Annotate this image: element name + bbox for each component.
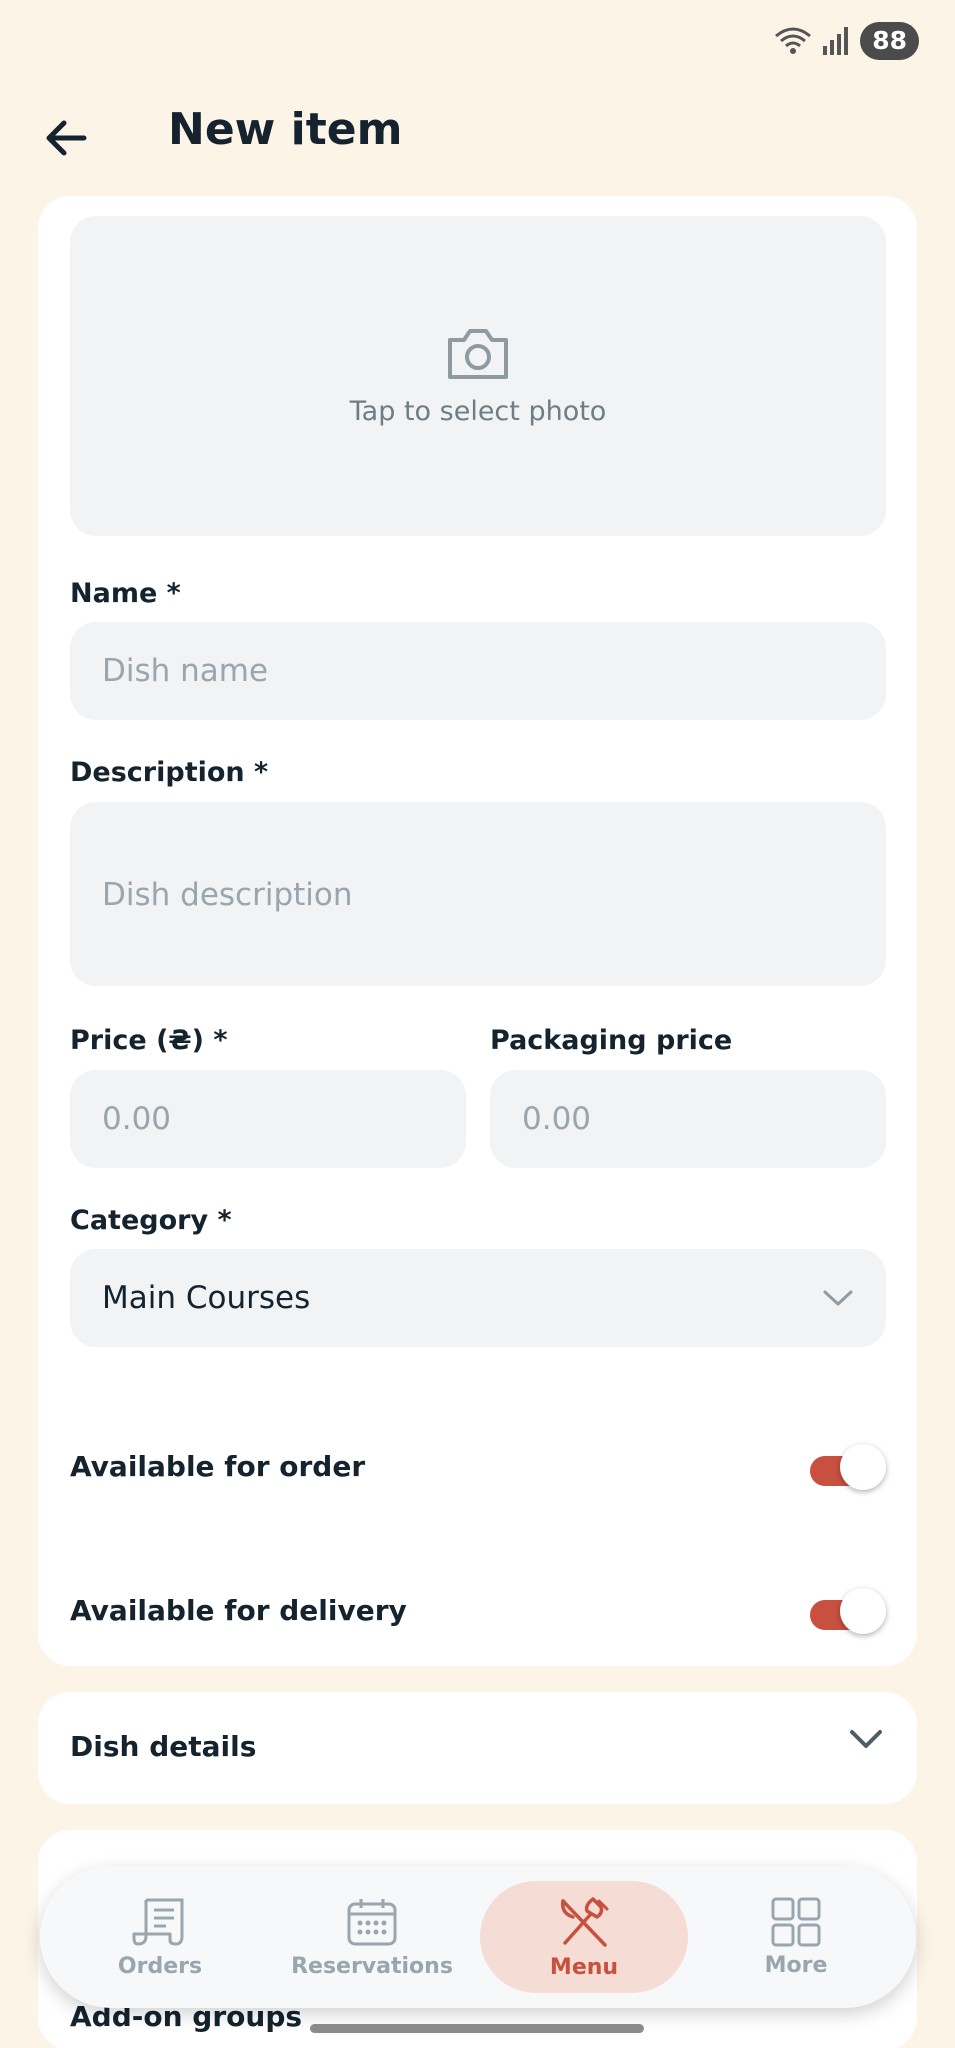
- nav-label: Reservations: [291, 1953, 453, 1979]
- status-icons: 88: [774, 22, 919, 60]
- description-input[interactable]: [70, 802, 886, 986]
- price-input[interactable]: [70, 1070, 466, 1168]
- toggle-thumb: [840, 1444, 886, 1490]
- status-bar: 88: [0, 0, 955, 84]
- camera-icon: [448, 328, 508, 379]
- calendar-icon: [347, 1898, 397, 1945]
- available-delivery-toggle[interactable]: [806, 1586, 886, 1634]
- photo-prompt: Tap to select photo: [349, 395, 607, 427]
- wifi-icon: [775, 27, 812, 54]
- nav-label: More: [764, 1952, 828, 1978]
- app-bar: New item: [0, 84, 955, 184]
- battery-indicator: 88: [860, 22, 919, 60]
- nav-menu[interactable]: Menu: [480, 1881, 688, 1993]
- available-delivery-label: Available for delivery: [70, 1593, 407, 1627]
- arrow-left-icon: [46, 120, 87, 156]
- name-label: Name *: [70, 578, 181, 609]
- item-form-card: Tap to select photo Name * Description *…: [38, 196, 917, 1666]
- chevron-down-icon: [823, 1290, 853, 1306]
- dish-details-title: Dish details: [70, 1730, 257, 1763]
- chevron-down-icon: [850, 1730, 882, 1748]
- dish-details-section[interactable]: Dish details: [38, 1692, 917, 1804]
- fork-knife-icon: [560, 1896, 609, 1947]
- price-label: Price (₴) *: [70, 1025, 228, 1056]
- available-order-toggle[interactable]: [806, 1442, 886, 1490]
- nav-label: Orders: [117, 1953, 203, 1979]
- category-select[interactable]: Main Courses: [70, 1249, 886, 1347]
- category-value: Main Courses: [102, 1280, 311, 1316]
- packaging-price-input[interactable]: [490, 1070, 886, 1168]
- available-order-row: Available for order: [70, 1436, 886, 1496]
- toggle-thumb: [840, 1588, 886, 1634]
- name-input[interactable]: [70, 622, 886, 720]
- nav-reservations[interactable]: Reservations: [268, 1881, 476, 1993]
- packaging-price-label: Packaging price: [490, 1025, 733, 1056]
- bottom-nav: Orders Reservations Menu More: [40, 1866, 916, 2008]
- nav-orders[interactable]: Orders: [56, 1881, 264, 1993]
- description-label: Description *: [70, 757, 269, 788]
- available-delivery-row: Available for delivery: [70, 1580, 886, 1640]
- category-label: Category *: [70, 1205, 232, 1236]
- receipt-icon: [132, 1898, 184, 1945]
- home-indicator[interactable]: [310, 2024, 644, 2033]
- available-order-label: Available for order: [70, 1449, 366, 1483]
- nav-more[interactable]: More: [692, 1881, 900, 1993]
- nav-label: Menu: [549, 1954, 619, 1980]
- back-button[interactable]: [36, 108, 96, 168]
- grid-icon: [771, 1897, 821, 1946]
- signal-icon: [823, 27, 849, 55]
- page-title: New item: [168, 104, 403, 155]
- photo-picker[interactable]: Tap to select photo: [70, 216, 886, 536]
